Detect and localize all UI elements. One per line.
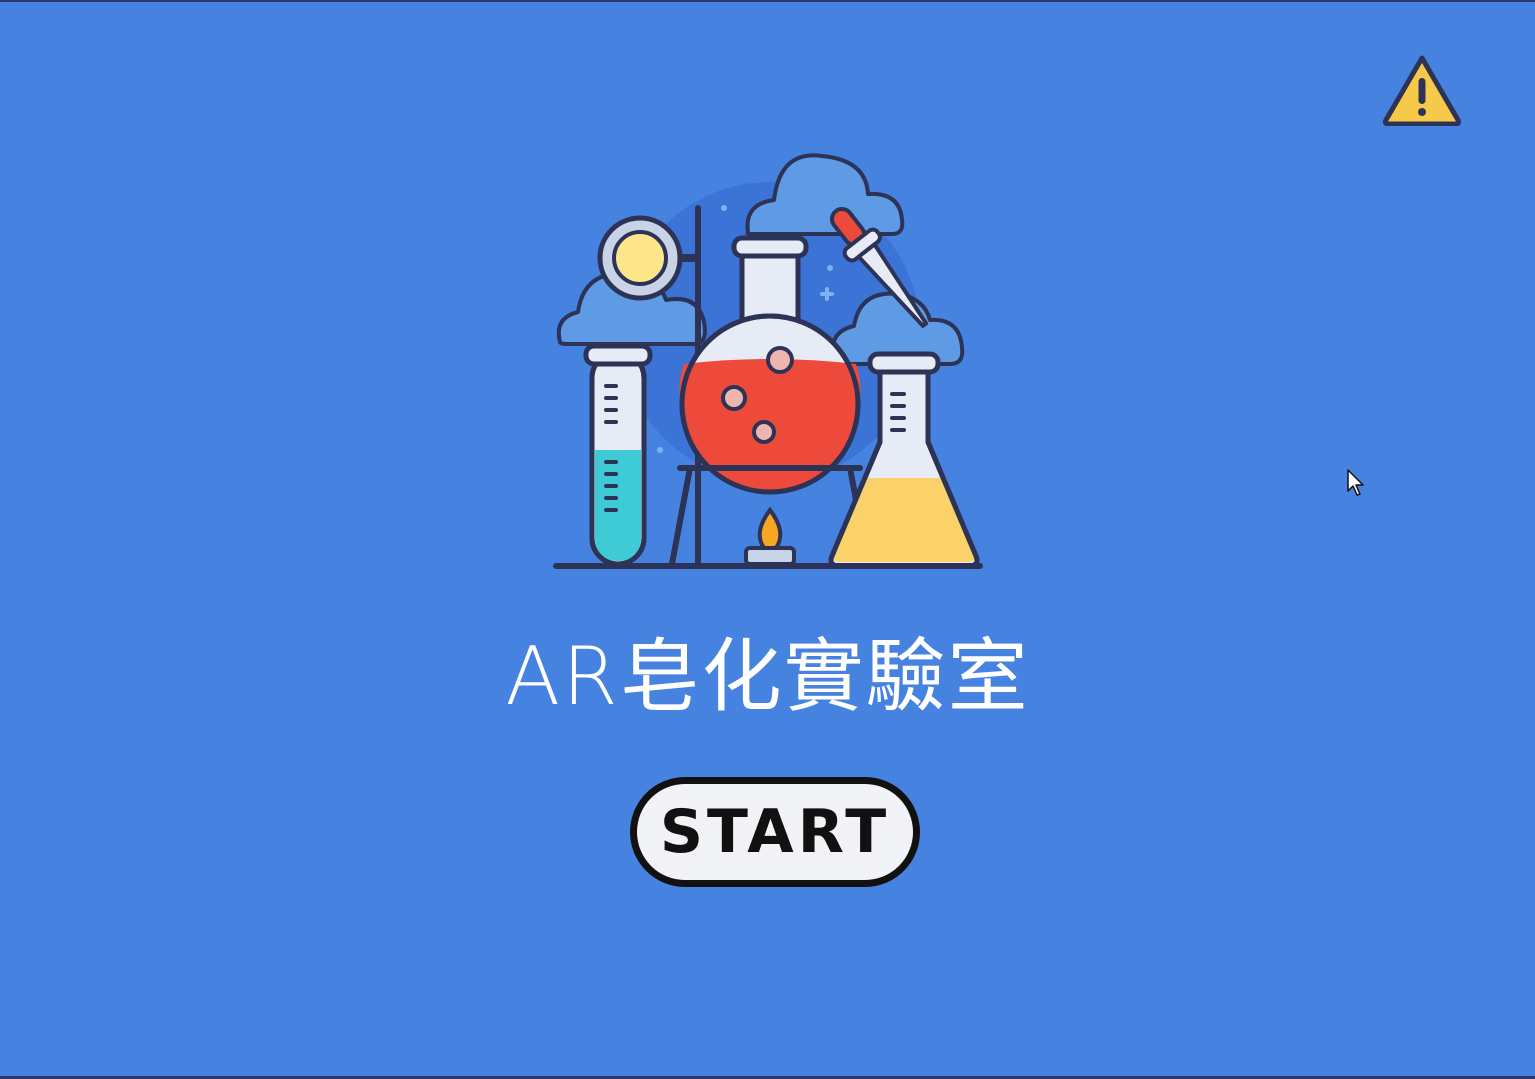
test-tube-icon <box>583 343 653 567</box>
mouse-pointer-icon <box>1347 469 1364 496</box>
splash-screen: AR皂化實驗室 START <box>0 0 1535 1079</box>
warning-icon <box>1382 55 1462 127</box>
warning-button[interactable] <box>1382 54 1462 127</box>
start-button[interactable]: START <box>630 777 920 887</box>
flame-icon <box>757 506 783 553</box>
start-button-label: START <box>659 797 891 867</box>
chemistry-lab-illustration <box>548 142 988 574</box>
app-title: AR皂化實驗室 <box>505 630 1030 723</box>
